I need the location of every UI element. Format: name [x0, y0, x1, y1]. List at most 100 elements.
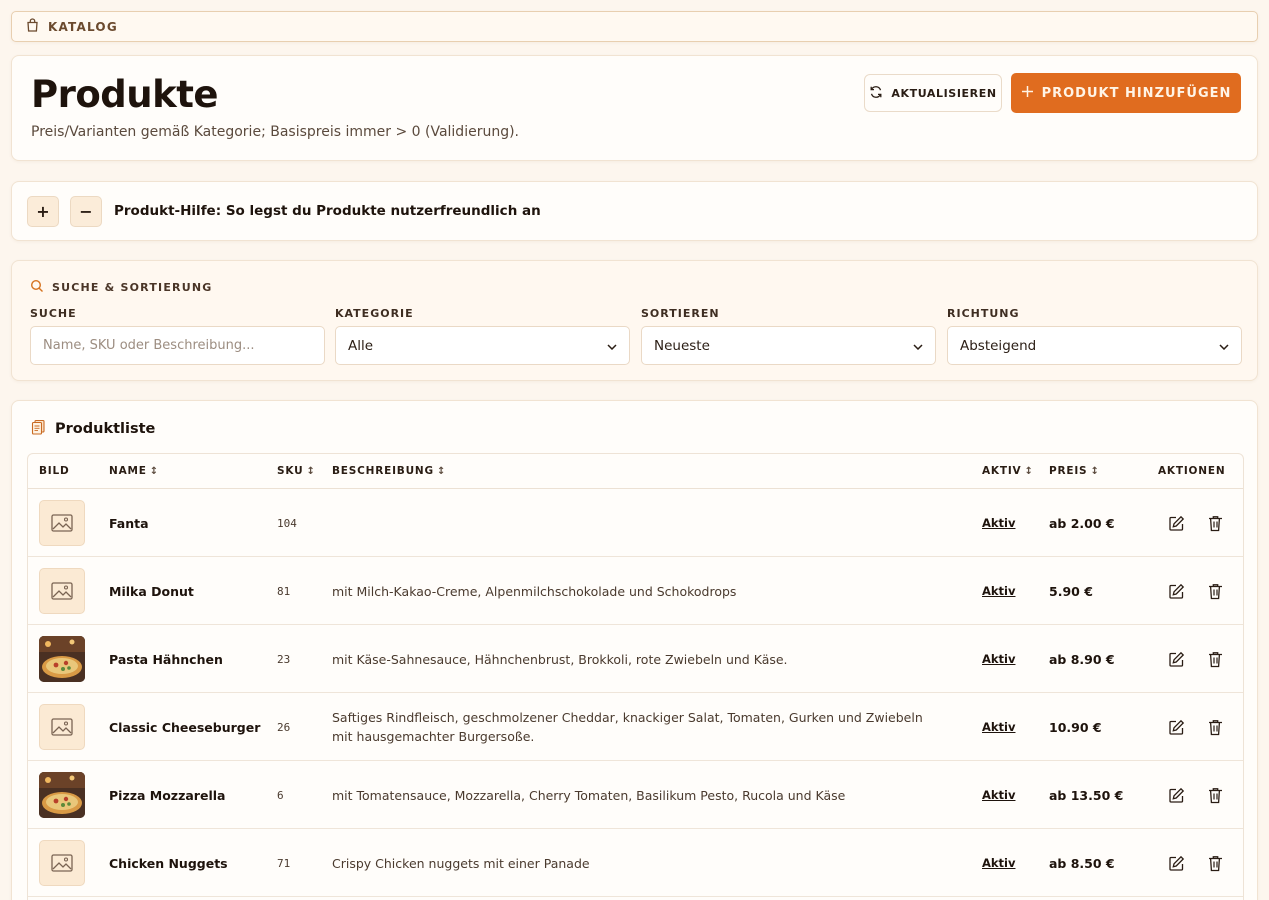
trash-icon[interactable] — [1205, 853, 1225, 873]
description-cell — [332, 489, 932, 557]
product-help-panel: + − Produkt-Hilfe: So legst du Produkte … — [11, 181, 1258, 241]
edit-icon[interactable] — [1166, 853, 1186, 873]
edit-icon[interactable] — [1166, 581, 1186, 601]
product-name: Fanta — [109, 515, 149, 531]
product-name: Classic Cheeseburger — [109, 719, 261, 735]
actions-cell — [1166, 693, 1225, 761]
product-price: ab 8.50 € — [1049, 855, 1115, 871]
product-list-title: Produktliste — [55, 421, 156, 437]
image-cell — [39, 489, 85, 557]
actions-cell — [1166, 557, 1225, 625]
filter-header: SUCHE & SORTIERUNG — [30, 278, 213, 297]
column-header-sku[interactable]: SKU ↕ — [277, 454, 316, 488]
product-description: Crispy Chicken nuggets mit einer Panade — [332, 855, 590, 871]
image-placeholder-icon[interactable] — [39, 704, 85, 750]
category-value: Alle — [348, 337, 374, 354]
edit-icon[interactable] — [1166, 649, 1186, 669]
trash-icon[interactable] — [1205, 785, 1225, 805]
chevron-down-icon — [913, 338, 923, 354]
status-toggle[interactable]: Aktiv — [982, 652, 1015, 666]
price-cell: ab 8.90 € — [1049, 625, 1115, 693]
product-list-header: Produktliste — [31, 419, 155, 439]
sort-icon: ↕ — [306, 465, 316, 477]
sku-cell: 81 — [277, 557, 290, 625]
filter-title: SUCHE & SORTIERUNG — [52, 281, 213, 294]
product-table: BILD NAME ↕ SKU ↕ BESCHREIBUNG ↕ AKTIV ↕ PRE… — [27, 453, 1244, 900]
column-header-name[interactable]: NAME ↕ — [109, 454, 159, 488]
expand-button[interactable]: + — [27, 195, 59, 227]
product-thumbnail[interactable] — [39, 636, 85, 682]
actions-cell — [1166, 829, 1225, 897]
add-product-button[interactable]: PRODUKT HINZUFÜGEN — [1011, 73, 1241, 113]
search-label: SUCHE — [30, 307, 77, 320]
direction-value: Absteigend — [960, 337, 1037, 354]
edit-icon[interactable] — [1166, 785, 1186, 805]
chevron-down-icon — [1219, 338, 1229, 354]
status-cell: Aktiv — [982, 829, 1015, 897]
product-price: ab 8.90 € — [1049, 651, 1115, 667]
status-toggle[interactable]: Aktiv — [982, 720, 1015, 734]
image-cell — [39, 625, 85, 693]
sku-cell: 23 — [277, 625, 290, 693]
product-name: Milka Donut — [109, 583, 194, 599]
description-cell: mit Tomatensauce, Mozzarella, Cherry Tom… — [332, 761, 932, 829]
search-input[interactable]: Name, SKU oder Beschreibung... — [30, 326, 325, 365]
category-label: KATEGORIE — [335, 307, 414, 320]
page-header: Produkte Preis/Varianten gemäß Kategorie… — [11, 55, 1258, 161]
name-cell: Pasta Hähnchen — [109, 625, 223, 693]
help-title[interactable]: Produkt-Hilfe: So legst du Produkte nutz… — [114, 203, 541, 219]
product-thumbnail[interactable] — [39, 772, 85, 818]
shopping-bag-icon — [26, 17, 39, 36]
collapse-button[interactable]: − — [70, 195, 102, 227]
category-select[interactable]: Alle — [335, 326, 630, 365]
image-placeholder-icon[interactable] — [39, 568, 85, 614]
edit-icon[interactable] — [1166, 513, 1186, 533]
product-list-panel: Produktliste BILD NAME ↕ SKU ↕ BESCHREIBUN… — [11, 400, 1258, 900]
direction-label: RICHTUNG — [947, 307, 1020, 320]
sort-icon: ↕ — [436, 465, 447, 477]
name-cell: Chicken Nuggets — [109, 829, 228, 897]
breadcrumb-label[interactable]: KATALOG — [48, 20, 118, 34]
trash-icon[interactable] — [1205, 513, 1225, 533]
status-toggle[interactable]: Aktiv — [982, 856, 1015, 870]
product-name: Pasta Hähnchen — [109, 651, 223, 667]
description-cell: Saftiges Rindfleisch, geschmolzener Ched… — [332, 693, 932, 761]
status-toggle[interactable]: Aktiv — [982, 788, 1015, 802]
product-sku: 71 — [277, 856, 291, 870]
edit-icon[interactable] — [1166, 717, 1186, 737]
refresh-button[interactable]: AKTUALISIEREN — [864, 74, 1002, 112]
add-product-label: PRODUKT HINZUFÜGEN — [1041, 85, 1232, 101]
image-cell — [39, 693, 85, 761]
sort-label: SORTIEREN — [641, 307, 720, 320]
refresh-icon — [869, 85, 883, 102]
actions-cell — [1166, 625, 1225, 693]
clipboard-icon — [31, 419, 46, 439]
sort-value: Neueste — [654, 337, 710, 354]
product-price: ab 2.00 € — [1049, 515, 1115, 531]
column-header-description[interactable]: BESCHREIBUNG ↕ — [332, 454, 446, 488]
sku-cell: 71 — [277, 829, 290, 897]
status-toggle[interactable]: Aktiv — [982, 584, 1015, 598]
sort-icon: ↕ — [1090, 465, 1100, 477]
status-cell: Aktiv — [982, 693, 1015, 761]
table-row: Classic Cheeseburger 26 Saftiges Rindfleis… — [28, 693, 1243, 761]
image-placeholder-icon[interactable] — [39, 500, 85, 546]
sort-select[interactable]: Neueste — [641, 326, 936, 365]
sort-icon: ↕ — [1024, 465, 1034, 477]
product-sku: 26 — [277, 720, 291, 734]
trash-icon[interactable] — [1205, 581, 1225, 601]
sku-cell: 26 — [277, 693, 290, 761]
product-description: Saftiges Rindfleisch, geschmolzener Ched… — [332, 710, 923, 744]
trash-icon[interactable] — [1205, 649, 1225, 669]
direction-select[interactable]: Absteigend — [947, 326, 1242, 365]
description-cell: mit Milch-Kakao-Creme, Alpenmilchschokol… — [332, 557, 932, 625]
column-header-active[interactable]: AKTIV ↕ — [982, 454, 1034, 488]
status-cell: Aktiv — [982, 625, 1015, 693]
image-placeholder-icon[interactable] — [39, 840, 85, 886]
price-cell: 10.90 € — [1049, 693, 1102, 761]
sort-icon: ↕ — [149, 465, 159, 477]
product-price: 5.90 € — [1049, 583, 1093, 599]
column-header-price[interactable]: PREIS ↕ — [1049, 454, 1100, 488]
status-toggle[interactable]: Aktiv — [982, 516, 1015, 530]
trash-icon[interactable] — [1205, 717, 1225, 737]
